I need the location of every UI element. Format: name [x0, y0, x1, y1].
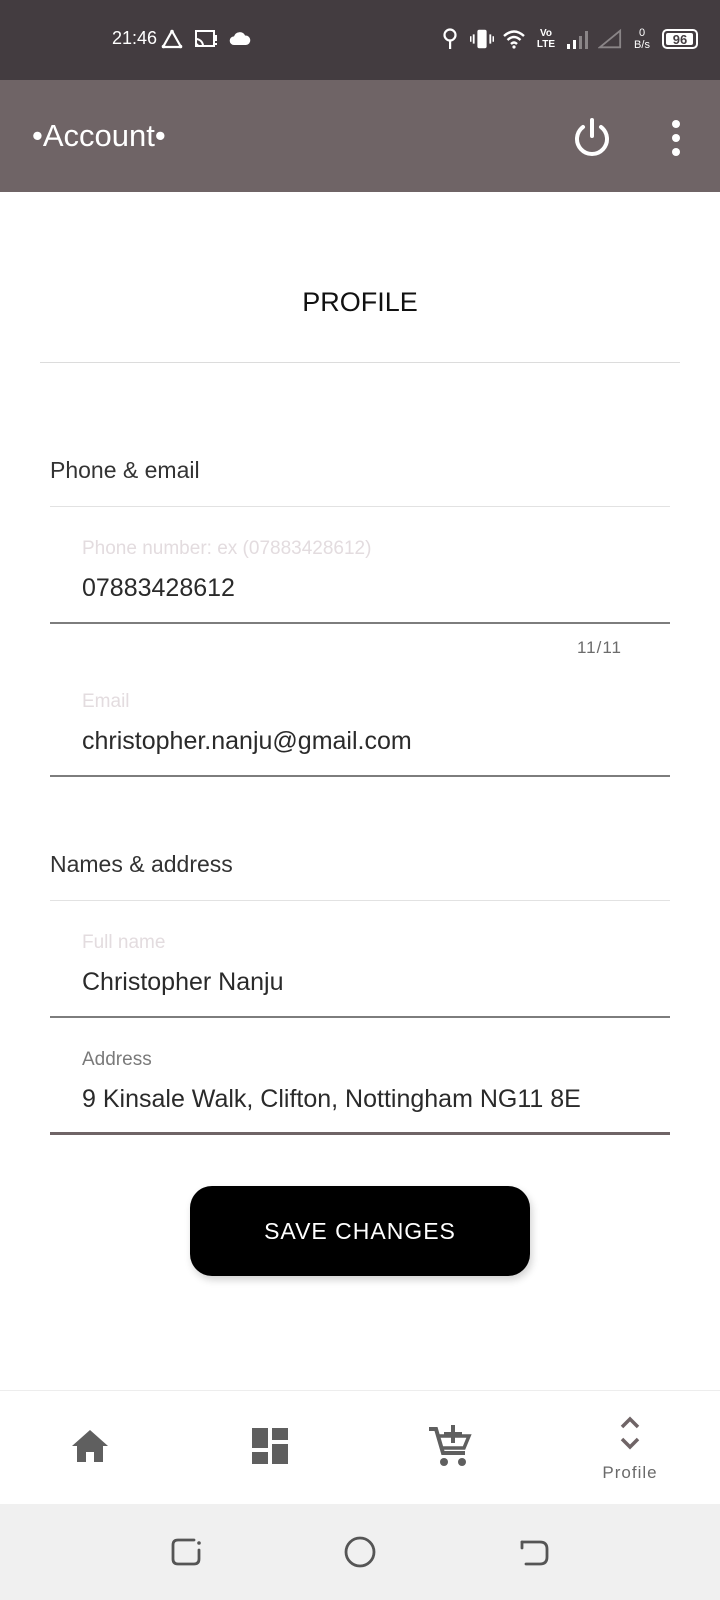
- power-icon[interactable]: [568, 114, 616, 162]
- add-to-cart-icon: [427, 1423, 473, 1473]
- email-field-value[interactable]: christopher.nanju@gmail.com: [82, 727, 654, 756]
- battery-text: 96: [672, 31, 688, 47]
- wifi-icon: [502, 26, 526, 52]
- battery-icon: 96: [662, 29, 698, 49]
- signal-icon: [566, 26, 590, 52]
- no-signal-icon: [598, 26, 622, 52]
- app-bar-title: •Account•: [32, 118, 166, 153]
- full-name-field-underline: [50, 1016, 670, 1018]
- email-field[interactable]: Email christopher.nanju@gmail.com: [50, 683, 670, 779]
- page-title: PROFILE: [302, 287, 418, 317]
- vibrate-icon: [470, 26, 494, 52]
- status-bar: 21:46 Vo LTE 0 B/s 96: [0, 0, 720, 80]
- volte-icon: Vo LTE: [534, 26, 558, 52]
- email-field-underline: [50, 775, 670, 777]
- more-vert-icon[interactable]: [660, 114, 690, 162]
- nav-item-profile[interactable]: Profile: [540, 1391, 720, 1505]
- names-address-heading: Names & address: [50, 851, 233, 877]
- phone-field-value[interactable]: 07883428612: [82, 574, 654, 603]
- cloud-icon: [228, 26, 252, 52]
- bottom-nav: Profile: [0, 1390, 720, 1504]
- net-speed-unit: B/s: [634, 39, 650, 51]
- address-field-underline: [50, 1132, 670, 1135]
- volte-top-text: Vo: [539, 28, 553, 39]
- names-address-rule: [50, 900, 670, 901]
- home-circle-icon[interactable]: [342, 1534, 378, 1570]
- status-left-icons: [160, 26, 252, 52]
- app-bar: •Account•: [0, 80, 720, 192]
- phone-email-heading: Phone & email: [50, 457, 200, 483]
- unfold-icon: [616, 1413, 644, 1457]
- back-icon[interactable]: [516, 1534, 552, 1570]
- net-speed-value: 0: [638, 27, 646, 39]
- phone-field[interactable]: Phone number: ex (07883428612) 078834286…: [50, 530, 670, 626]
- recent-apps-icon[interactable]: [168, 1534, 204, 1570]
- dashboard-icon: [250, 1426, 290, 1470]
- warning-triangle-icon: [160, 26, 184, 52]
- net-speed: 0 B/s: [630, 26, 654, 52]
- nav-item-cart[interactable]: [360, 1391, 540, 1505]
- phone-field-underline: [50, 622, 670, 624]
- status-right-icons: Vo LTE 0 B/s 96: [438, 26, 698, 52]
- nav-item-home[interactable]: [0, 1391, 180, 1505]
- status-time: 21:46: [112, 28, 158, 48]
- address-field-value[interactable]: 9 Kinsale Walk, Clifton, Nottingham NG11…: [82, 1085, 654, 1114]
- full-name-field[interactable]: Full name Christopher Nanju: [50, 924, 670, 1020]
- save-changes-button[interactable]: SAVE CHANGES: [190, 1186, 530, 1276]
- address-field-label: Address: [82, 1049, 152, 1070]
- phone-email-rule: [50, 506, 670, 507]
- home-icon: [68, 1426, 112, 1470]
- nav-item-dashboard[interactable]: [180, 1391, 360, 1505]
- address-field[interactable]: Address 9 Kinsale Walk, Clifton, Notting…: [50, 1041, 670, 1137]
- full-name-field-value[interactable]: Christopher Nanju: [82, 968, 654, 997]
- phone-field-label: Phone number: ex (07883428612): [82, 538, 372, 559]
- title-divider: [40, 362, 680, 363]
- nav-label-profile: Profile: [602, 1463, 658, 1482]
- location-pin-icon: [438, 26, 462, 52]
- email-field-label: Email: [82, 691, 130, 712]
- volte-bottom-text: LTE: [536, 39, 556, 50]
- phone-char-counter: 11/11: [576, 638, 622, 657]
- full-name-field-label: Full name: [82, 932, 166, 953]
- screen-cast-icon: [194, 26, 218, 52]
- system-nav-bar: [0, 1504, 720, 1600]
